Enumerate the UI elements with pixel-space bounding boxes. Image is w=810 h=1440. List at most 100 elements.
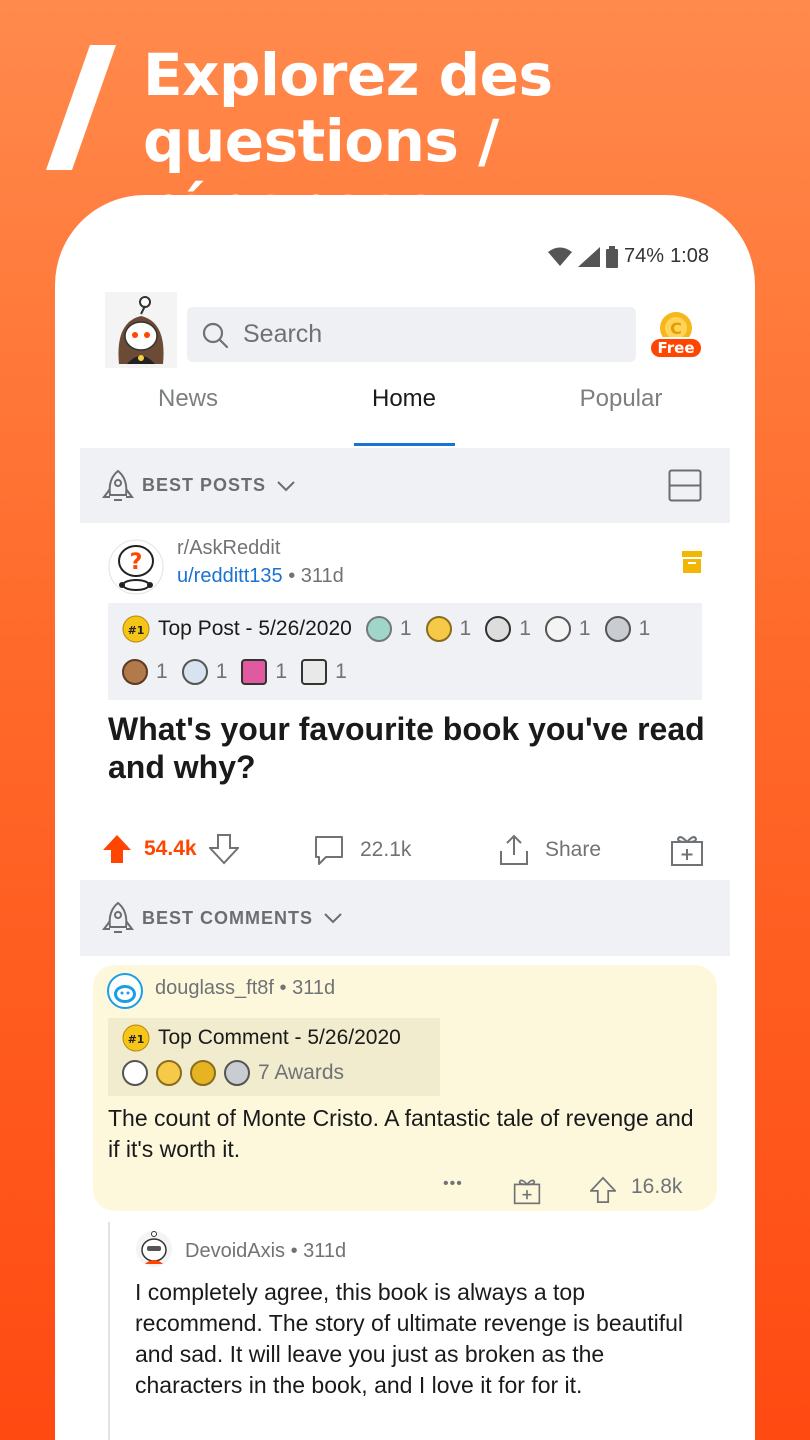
upvote-icon[interactable] — [590, 1175, 616, 1205]
search-icon — [202, 322, 229, 348]
top-comment-award: #1 Top Comment - 5/26/2020 — [122, 1024, 401, 1052]
comment-actions: ••• 16.8k — [93, 1175, 717, 1207]
post-awards-row-2: 1 1 1 1 — [122, 659, 361, 685]
comment-awards-row: 7 Awards — [122, 1060, 344, 1086]
user-avatar[interactable] — [105, 292, 177, 368]
reply-meta: DevoidAxis • 311d — [185, 1240, 346, 1263]
post-awards-row-1: #1 Top Post - 5/26/2020 1 1 1 1 1 — [122, 615, 664, 643]
thread-line[interactable] — [108, 1222, 110, 1440]
post-meta: u/redditt135 • 311d — [177, 565, 344, 588]
coin-free-button[interactable]: C Free — [647, 310, 705, 360]
star-award-icon — [156, 1060, 182, 1086]
silver-award-icon — [224, 1060, 250, 1086]
downvote-icon[interactable] — [208, 833, 239, 865]
skull-award-icon — [485, 616, 512, 642]
feed-tabs: News Home Popular — [80, 385, 730, 448]
upvote-icon[interactable] — [102, 833, 132, 865]
search-placeholder: Search — [243, 320, 323, 348]
gallery-award-icon — [241, 659, 268, 685]
post-author[interactable]: u/redditt135 — [177, 565, 283, 587]
post-actions: 54.4k 22.1k Share — [80, 823, 730, 875]
award-item: 1 — [181, 659, 227, 685]
subreddit-askreddit-icon[interactable]: ? — [108, 539, 164, 595]
archive-icon — [682, 551, 702, 573]
subreddit-name[interactable]: r/AskReddit — [177, 537, 280, 560]
headline-line-1: Explorez des — [143, 41, 553, 109]
comment-body: The count of Monte Cristo. A fantastic t… — [108, 1105, 694, 1162]
tab-news[interactable]: News — [88, 385, 288, 413]
comments-button[interactable]: 22.1k — [312, 833, 411, 867]
gift-award-icon[interactable] — [670, 833, 704, 867]
gem-award-icon — [365, 616, 392, 642]
helpful-award-icon — [181, 659, 208, 685]
award-item: 1 — [604, 616, 650, 642]
replier-avatar[interactable] — [135, 1230, 173, 1268]
reply-author[interactable]: DevoidAxis — [185, 1240, 285, 1262]
wifi-icon — [548, 247, 573, 266]
best-posts-header: BEST POSTS — [80, 448, 730, 523]
svg-text:C: C — [670, 319, 682, 338]
award-item: 1 — [485, 616, 531, 642]
svg-text:#1: #1 — [128, 624, 145, 637]
top-comment-label: Top Comment - 5/26/2020 — [158, 1026, 401, 1049]
post-awards-box[interactable]: #1 Top Post - 5/26/2020 1 1 1 1 1 1 1 1 … — [108, 603, 702, 700]
silver-award-icon — [604, 616, 631, 642]
wholesome-award-icon — [544, 616, 571, 642]
best-comments-header: BEST COMMENTS — [80, 880, 730, 956]
award-item: 1 — [425, 616, 471, 642]
status-bar: 74% 1:08 — [548, 245, 709, 268]
comment-icon — [315, 836, 343, 865]
gift-award-icon[interactable] — [513, 1177, 541, 1205]
post-age: • 311d — [288, 565, 344, 587]
more-options-icon[interactable]: ••• — [443, 1175, 463, 1193]
top-bar: Search C Free — [55, 290, 755, 370]
best-posts-sort[interactable]: BEST POSTS — [142, 475, 266, 496]
comment-age: • 311d — [279, 977, 336, 999]
comment-meta: douglass_ft8f • 311d — [155, 977, 335, 1000]
share-button[interactable]: Share — [497, 833, 601, 867]
award-item: 1 — [122, 659, 168, 685]
award-item: 1 — [365, 616, 412, 642]
card-view-icon[interactable] — [668, 469, 702, 502]
facepalm-award-icon — [301, 659, 328, 685]
rocket-icon — [102, 469, 134, 501]
best-comments-sort[interactable]: BEST COMMENTS — [142, 908, 313, 929]
reply-age: • 311d — [290, 1240, 347, 1262]
post-title[interactable]: What's your favourite book you've read a… — [108, 710, 708, 786]
chevron-down-icon[interactable] — [323, 911, 343, 925]
signal-icon — [578, 246, 601, 267]
comment-awards-box[interactable]: #1 Top Comment - 5/26/2020 7 Awards — [108, 1018, 440, 1096]
rank-1-badge-icon: #1 — [122, 615, 150, 643]
share-label: Share — [545, 838, 602, 861]
svg-text:#1: #1 — [128, 1033, 145, 1046]
vote-control: 54.4k — [102, 833, 239, 865]
award-item: 1 — [241, 659, 287, 685]
comment-upvote-count: 16.8k — [631, 1175, 683, 1198]
top-post-label: Top Post - 5/26/2020 — [158, 617, 352, 640]
trophy-award-icon — [190, 1060, 216, 1086]
monkey-award-icon — [122, 659, 148, 685]
chevron-down-icon[interactable] — [276, 479, 296, 493]
post-comment-count: 22.1k — [360, 838, 412, 861]
commenter-avatar[interactable] — [107, 973, 143, 1009]
coin-label: Free — [657, 339, 694, 357]
hand-award-icon — [122, 1060, 148, 1086]
comment-author[interactable]: douglass_ft8f — [155, 977, 274, 999]
reply-body: I completely agree, this book is always … — [135, 1279, 684, 1398]
award-item: 1 — [544, 616, 591, 642]
post-upvote-count: 54.4k — [144, 837, 197, 860]
battery-percent: 74% — [624, 245, 665, 267]
top-comment[interactable]: douglass_ft8f • 311d #1 Top Comment - 5/… — [93, 965, 717, 1211]
tab-popular[interactable]: Popular — [521, 385, 721, 413]
tab-home[interactable]: Home — [304, 385, 504, 413]
star-award-icon — [425, 616, 452, 642]
share-icon — [500, 834, 528, 865]
clock-time: 1:08 — [670, 245, 709, 267]
phone-screen: 74% 1:08 Search C Free News Home Popular… — [55, 195, 755, 1440]
search-bar[interactable]: Search — [187, 307, 636, 362]
battery-icon — [606, 245, 619, 268]
award-item: 1 — [301, 659, 347, 685]
top-post-award: #1 Top Post - 5/26/2020 — [122, 615, 352, 643]
svg-text:?: ? — [130, 550, 143, 575]
rank-1-badge-icon: #1 — [122, 1024, 150, 1052]
